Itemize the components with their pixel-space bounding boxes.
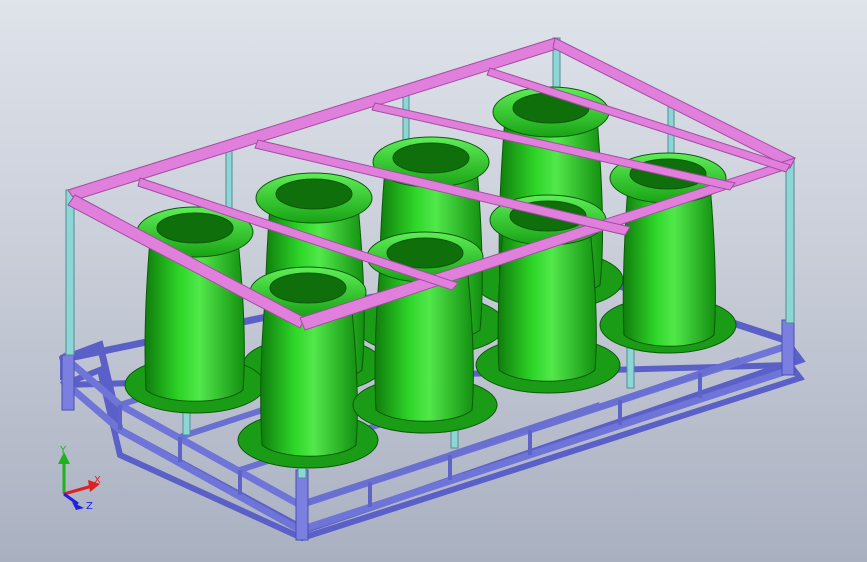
graphics-viewport[interactable]: Y X Z bbox=[0, 0, 867, 562]
triad-axes-icon bbox=[58, 452, 100, 510]
model-view[interactable] bbox=[0, 0, 867, 562]
triad-x-label: X bbox=[94, 475, 101, 486]
triad-y-label: Y bbox=[60, 445, 67, 456]
orientation-triad[interactable]: Y X Z bbox=[44, 444, 114, 520]
triad-z-label: Z bbox=[86, 501, 93, 512]
